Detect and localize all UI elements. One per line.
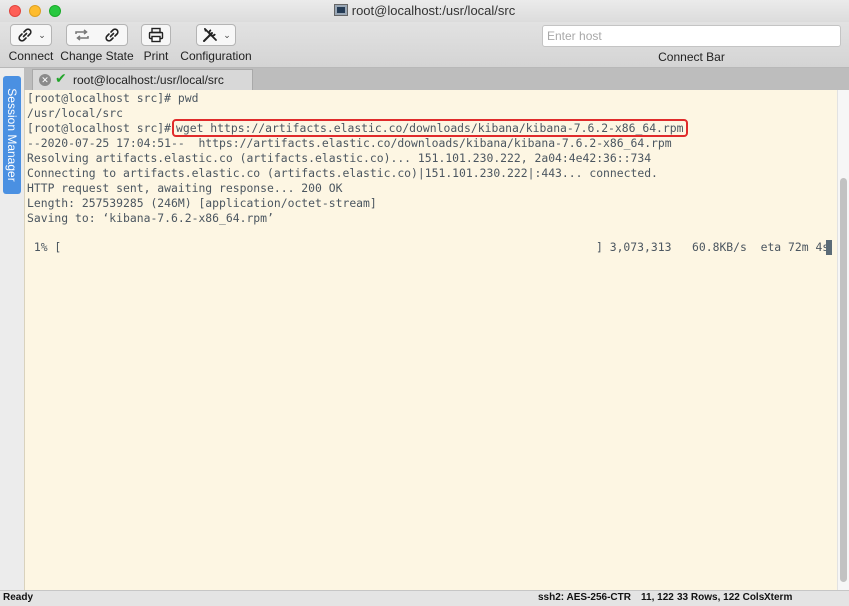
status-cursor-position: 11, 122 <box>641 592 674 603</box>
shell-prompt: [root@localhost src]# <box>27 121 172 135</box>
connect-label: Connect <box>8 49 54 63</box>
window-title: root@localhost:/usr/local/src <box>351 3 516 18</box>
status-terminal-type: Xterm <box>764 592 793 603</box>
progress-right: ] 3,073,313 60.8KB/s eta 72m 4s <box>596 240 830 254</box>
terminal-line: Connecting to artifacts.elastic.co (arti… <box>27 166 658 180</box>
change-state-button[interactable] <box>66 24 128 46</box>
session-manager-label: Session Manager <box>5 88 19 182</box>
highlighted-command: wget https://artifacts.elastic.co/downlo… <box>172 119 688 137</box>
terminal-line: Resolving artifacts.elastic.co (artifact… <box>27 151 652 165</box>
app-window: root@localhost:/usr/local/src ⌄ Connect <box>0 0 849 606</box>
print-tool[interactable]: Print <box>140 24 172 63</box>
terminal-scrollbar[interactable] <box>837 90 849 590</box>
terminal-line: [root@localhost src]# wget https://artifa… <box>27 119 688 137</box>
terminal-output[interactable]: [root@localhost src]# pwd /usr/local/src… <box>24 90 837 590</box>
terminal-line: Saving to: ‘kibana-7.6.2-x86_64.rpm’ <box>27 211 274 225</box>
link-icon <box>18 28 32 42</box>
status-size: 33 Rows, 122 Cols <box>677 592 765 603</box>
connect-bar-label: Connect Bar <box>658 50 725 64</box>
title-bar: root@localhost:/usr/local/src <box>0 0 849 22</box>
change-state-tool[interactable]: Change State <box>60 24 134 63</box>
terminal-line: --2020-07-25 17:04:51-- https://artifact… <box>27 136 672 150</box>
status-state: Ready <box>3 592 34 603</box>
printer-icon <box>148 27 164 43</box>
link-icon <box>105 28 119 42</box>
terminal-line: Length: 257539285 (246M) [application/oc… <box>27 196 377 210</box>
progress-left: 1% [ <box>27 240 62 254</box>
host-input[interactable] <box>542 25 841 47</box>
tools-icon <box>203 28 218 42</box>
connect-button[interactable]: ⌄ <box>10 24 52 46</box>
close-icon[interactable]: ✕ <box>39 74 51 86</box>
status-bar: Ready ssh2: AES-256-CTR 11, 122 33 Rows,… <box>0 590 849 606</box>
terminal-line: [root@localhost src]# pwd <box>27 91 199 105</box>
configuration-tool[interactable]: ⌄ Configuration <box>178 24 254 63</box>
change-state-label: Change State <box>60 49 134 63</box>
tab-label: root@localhost:/usr/local/src <box>73 73 224 87</box>
connect-tool[interactable]: ⌄ Connect <box>8 24 54 63</box>
terminal-line: HTTP request sent, awaiting response... … <box>27 181 343 195</box>
scrollbar-thumb[interactable] <box>840 178 847 582</box>
terminal-app-icon <box>333 4 348 16</box>
session-manager-tab[interactable]: Session Manager <box>3 76 21 194</box>
chevron-down-icon: ⌄ <box>38 29 46 40</box>
tab-strip: ✕ ✔ root@localhost:/usr/local/src <box>24 68 849 90</box>
configuration-button[interactable]: ⌄ <box>196 24 236 46</box>
print-label: Print <box>143 49 169 63</box>
configuration-label: Configuration <box>180 49 252 63</box>
window-title-area: root@localhost:/usr/local/src <box>0 3 849 18</box>
terminal-line: /usr/local/src <box>27 106 124 120</box>
tab-session[interactable]: ✕ ✔ root@localhost:/usr/local/src <box>32 69 253 90</box>
repeat-icon <box>75 29 89 41</box>
terminal-cursor <box>826 240 832 255</box>
status-cipher: ssh2: AES-256-CTR <box>538 592 631 603</box>
toolbar: ⌄ Connect Change State Print ⌄ Configura… <box>0 22 849 68</box>
chevron-down-icon: ⌄ <box>223 29 231 40</box>
print-button[interactable] <box>141 24 171 46</box>
connected-check-icon: ✔ <box>55 70 67 86</box>
